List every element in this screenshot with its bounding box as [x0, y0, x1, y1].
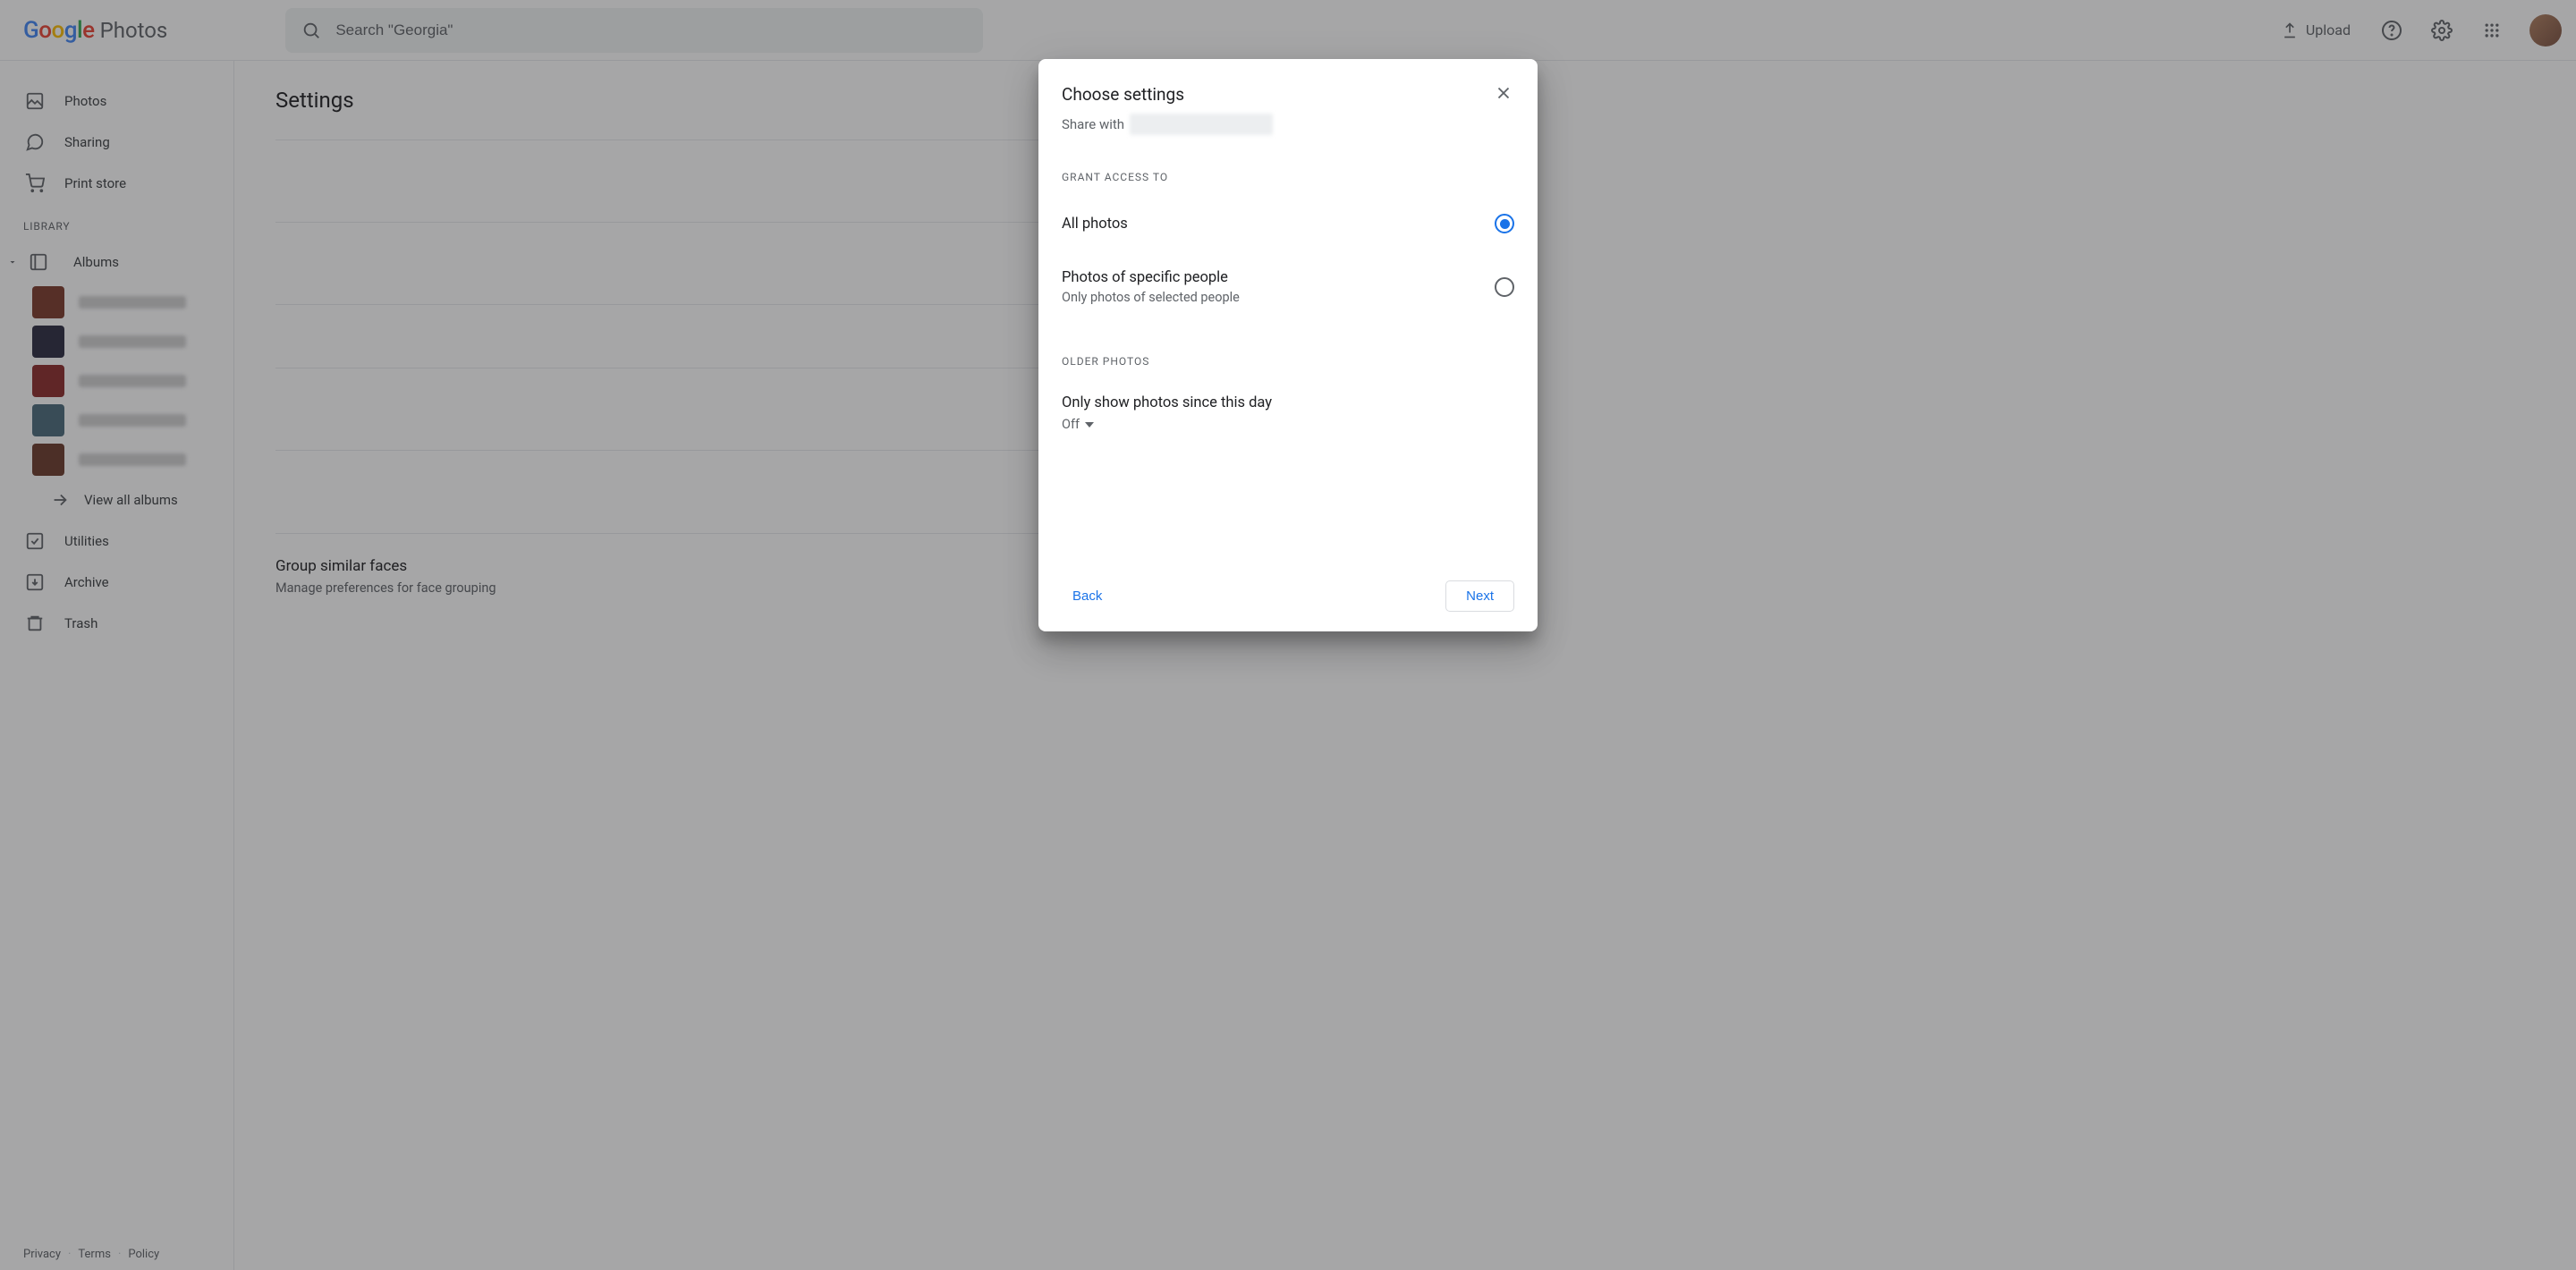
- close-button[interactable]: [1489, 79, 1518, 107]
- choose-settings-dialog: Choose settings Share with Grant access …: [1038, 59, 1538, 631]
- grant-access-label: Grant access to: [1062, 171, 1514, 183]
- next-button[interactable]: Next: [1445, 580, 1514, 612]
- older-photos-row: Only show photos since this day Off: [1062, 394, 1514, 432]
- radio-input[interactable]: [1495, 277, 1514, 297]
- dialog-title: Choose settings: [1062, 84, 1514, 105]
- option-title: Photos of specific people: [1062, 269, 1240, 286]
- dropdown-triangle-icon: [1085, 422, 1094, 428]
- older-dropdown[interactable]: Off: [1062, 417, 1514, 432]
- dialog-actions: Back Next: [1062, 580, 1514, 612]
- older-value-text: Off: [1062, 417, 1080, 432]
- close-icon: [1494, 83, 1513, 103]
- option-all-photos[interactable]: All photos: [1062, 214, 1514, 233]
- option-specific-people[interactable]: Photos of specific people Only photos of…: [1062, 269, 1514, 305]
- radio-input[interactable]: [1495, 214, 1514, 233]
- share-with-prefix: Share with: [1062, 116, 1124, 132]
- option-subtitle: Only photos of selected people: [1062, 290, 1240, 305]
- older-photos-label: Older photos: [1062, 355, 1514, 368]
- older-title: Only show photos since this day: [1062, 394, 1514, 411]
- option-title: All photos: [1062, 216, 1128, 233]
- share-with-name-redacted: [1130, 114, 1273, 135]
- modal-scrim[interactable]: Choose settings Share with Grant access …: [0, 0, 2576, 1270]
- back-button[interactable]: Back: [1062, 581, 1113, 611]
- dialog-subtitle: Share with: [1062, 114, 1514, 135]
